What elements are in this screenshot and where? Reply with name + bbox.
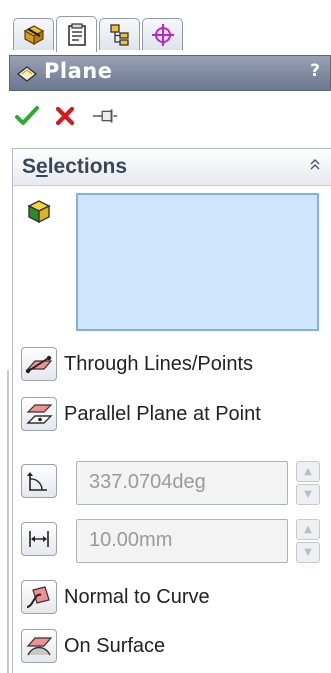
ok-checkmark-icon bbox=[15, 106, 39, 125]
distance-spinner[interactable]: ▲ ▼ bbox=[296, 519, 320, 563]
through-lines-points-icon bbox=[25, 355, 53, 374]
cancel-x-icon bbox=[55, 106, 75, 126]
cancel-button[interactable] bbox=[51, 102, 79, 130]
angle-button[interactable] bbox=[21, 464, 57, 498]
angle-spin-down-icon[interactable]: ▼ bbox=[296, 484, 320, 505]
selections-header[interactable]: Selections bbox=[13, 149, 331, 186]
selections-title: Selections bbox=[22, 155, 128, 178]
dimxpert-manager-icon bbox=[151, 23, 174, 46]
plane-icon bbox=[16, 66, 38, 82]
distance-spin-up-icon[interactable]: ▲ bbox=[296, 519, 320, 540]
parallel-plane-at-point-button[interactable] bbox=[21, 397, 57, 431]
reference-entity-cube-icon bbox=[27, 200, 51, 224]
angle-spin-up-icon[interactable]: ▲ bbox=[296, 461, 320, 482]
feature-manager-tree-icon bbox=[23, 24, 44, 45]
distance-button[interactable] bbox=[21, 522, 57, 556]
panel-titlebar: Plane ? bbox=[9, 55, 331, 91]
angle-icon bbox=[27, 472, 47, 491]
distance-input[interactable]: 10.00mm bbox=[76, 519, 288, 563]
option-on-surface[interactable]: On Surface bbox=[21, 627, 165, 665]
panel-splitter[interactable] bbox=[7, 370, 9, 673]
pushpin-icon bbox=[92, 109, 118, 123]
selections-group: Selections Through Lines/Points Parallel… bbox=[12, 148, 331, 673]
collapse-chevron-icon[interactable] bbox=[308, 157, 322, 175]
angle-input[interactable]: 337.0704deg bbox=[76, 461, 288, 505]
through-lines-points-button[interactable] bbox=[21, 347, 57, 381]
tab-feature-manager[interactable] bbox=[13, 18, 54, 50]
through-lines-points-label: Through Lines/Points bbox=[64, 352, 254, 375]
panel-title: Plane bbox=[44, 59, 113, 83]
property-manager-panel: Plane ? Selections Through Lines/Points … bbox=[0, 0, 331, 673]
distance-icon bbox=[29, 531, 49, 547]
on-surface-button[interactable] bbox=[21, 629, 57, 663]
on-surface-icon bbox=[26, 637, 53, 656]
tab-configuration-manager[interactable] bbox=[99, 18, 140, 50]
option-through-lines-points[interactable]: Through Lines/Points bbox=[21, 345, 253, 383]
help-button[interactable]: ? bbox=[310, 61, 320, 81]
configuration-manager-icon bbox=[109, 23, 129, 46]
normal-to-curve-button[interactable] bbox=[21, 580, 57, 614]
angle-field-row: 337.0704deg ▲ ▼ bbox=[21, 461, 321, 505]
property-manager-icon bbox=[67, 22, 86, 46]
option-parallel-plane-at-point[interactable]: Parallel Plane at Point bbox=[21, 395, 261, 433]
on-surface-label: On Surface bbox=[64, 634, 166, 657]
keep-visible-button[interactable] bbox=[91, 102, 119, 130]
distance-spin-down-icon[interactable]: ▼ bbox=[296, 542, 320, 563]
distance-field-row: 10.00mm ▲ ▼ bbox=[21, 519, 321, 563]
action-row bbox=[9, 96, 331, 136]
option-normal-to-curve[interactable]: Normal to Curve bbox=[21, 578, 210, 616]
normal-to-curve-label: Normal to Curve bbox=[64, 585, 210, 608]
selection-list-box[interactable] bbox=[76, 193, 319, 331]
angle-spinner[interactable]: ▲ ▼ bbox=[296, 461, 320, 505]
manager-tab-strip bbox=[9, 0, 331, 52]
ok-button[interactable] bbox=[13, 102, 41, 130]
tab-dimxpert-manager[interactable] bbox=[142, 18, 183, 50]
tab-property-manager[interactable] bbox=[56, 16, 97, 52]
parallel-plane-at-point-label: Parallel Plane at Point bbox=[64, 402, 261, 425]
parallel-plane-icon bbox=[26, 404, 53, 424]
normal-to-curve-icon bbox=[26, 586, 50, 608]
